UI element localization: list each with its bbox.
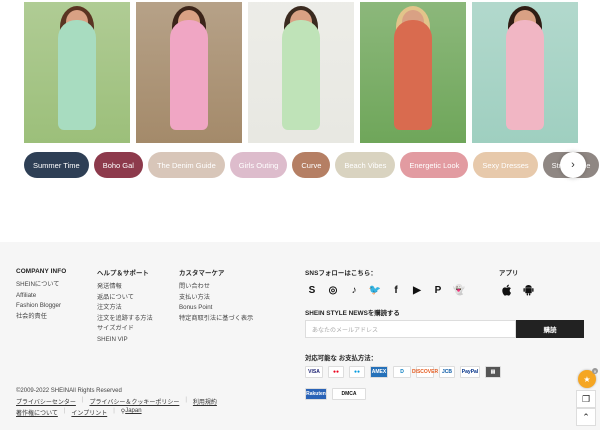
subscribe-button[interactable]: 購読 [516,320,584,338]
lookbook-photo[interactable] [248,2,354,143]
sns-title: SNSフォローはこちら： [305,270,377,277]
lookbook-photo[interactable] [360,2,466,143]
customer-care-column: カスタマーケア 問い合わせ 支払い方法 Bonus Point 特定商取引法に基づく表… [179,268,253,324]
chevron-up-icon: ⌃ [582,411,590,422]
footer-link[interactable]: 支払い方法 [179,293,253,304]
copyright-text: ©2009-2022 SHEINAll Rights Reserved [16,388,122,394]
category-pill[interactable]: Curve [292,152,331,178]
twitter-icon[interactable]: 🐦 [368,283,382,297]
category-pill[interactable]: Summer Time [24,152,89,178]
legal-links-row-2: 著作権について | インプリント | ⚲ Japan [16,408,142,417]
facebook-icon[interactable]: f [389,283,403,297]
footer-link[interactable]: 問い合わせ [179,282,253,293]
newsletter-title: SHEIN STYLE NEWSを購読する [305,310,400,317]
footer-link[interactable]: 特定商取引法に基づく表示 [179,314,253,325]
payment-card-icon: ●● [328,366,344,378]
help-support-title: ヘルプ＆サポート [97,270,149,277]
footer-link[interactable]: 注文を追跡する方法 [97,314,153,325]
locale-link[interactable]: Japan [125,408,141,417]
separator: | [63,408,66,414]
tiktok-icon[interactable]: ♪ [347,283,361,297]
email-input[interactable]: あなたのメールアドレス [305,320,516,338]
line-icon[interactable]: S [305,283,319,297]
separator: | [81,397,84,403]
category-pill-row: Summer Time Boho Gal The Denim Guide Girls … [24,152,600,178]
footer-link[interactable]: サイズガイド [97,324,153,335]
footer: COMPANY INFO SHEINについて Affiliate Fashion B… [0,242,600,430]
footer-link[interactable]: Bonus Point [179,303,253,314]
pinterest-icon[interactable]: P [431,283,445,297]
payment-card-icon: ▤ [485,366,501,378]
footer-link[interactable]: Fashion Blogger [16,301,66,312]
category-pill[interactable]: Boho Gal [93,152,143,178]
payment-card-icon: ●● [349,366,365,378]
footer-link[interactable]: 社会的責任 [16,312,66,323]
page: Summer Time Boho Gal The Denim Guide Girls … [0,0,600,430]
chevron-right-icon: › [571,159,575,171]
payment-card-icon: DMCA [332,388,366,400]
payment-methods-title: 対応可能な お支払方法： [305,355,378,362]
payment-card-icon: D [393,366,411,378]
app-icon-row [499,283,535,297]
payment-icons-row: VISA ●● ●● AMEX D DISCOVER JCB PayPal ▤ [305,366,501,378]
help-support-column: ヘルプ＆サポート 発送情報 返品について 注文方法 注文を追跡する方法 サイズガイド SH… [97,268,153,346]
footer-link[interactable]: 返品について [97,293,153,304]
payment-card-icon: VISA [305,366,323,378]
badge-row: Rakuten DMCA [305,388,366,400]
company-info-title: COMPANY INFO [16,268,67,275]
category-pill[interactable]: Sexy Dresses [473,152,538,178]
footer-link[interactable]: 発送情報 [97,282,153,293]
youtube-icon[interactable]: ▶ [410,283,424,297]
lookbook-photo[interactable] [472,2,578,143]
payment-card-icon: JCB [439,366,455,378]
instagram-icon[interactable]: ◎ [326,283,340,297]
category-pill[interactable]: Energetic Look [400,152,469,178]
company-info-column: COMPANY INFO SHEINについて Affiliate Fashion B… [16,268,66,322]
category-pill[interactable]: Beach Vibes [335,152,396,178]
footer-link[interactable]: SHEIN VIP [97,335,153,346]
legal-link[interactable]: プライバシー＆クッキーポリシー [89,397,179,406]
customer-care-title: カスタマーケア [179,270,225,277]
android-icon[interactable] [521,283,535,297]
legal-link[interactable]: 著作権について [16,408,58,417]
copy-icon: ❐ [581,393,591,404]
apple-icon[interactable] [499,283,513,297]
footer-link[interactable]: Affiliate [16,291,66,302]
payment-card-icon: AMEX [370,366,388,378]
sns-section: SNSフォローはこちら： [305,268,377,282]
legal-link[interactable]: インプリント [71,408,107,417]
app-title: アプリ [499,270,519,277]
back-to-top-button[interactable]: ⌃ [576,408,596,426]
lookbook-photo[interactable] [24,2,130,143]
footer-link[interactable]: SHEINについて [16,280,66,291]
legal-link[interactable]: 利用規約 [193,397,217,406]
app-section: アプリ [499,268,518,282]
lookbook-photo-row [24,2,600,143]
payment-card-icon: PayPal [460,366,480,378]
category-pill[interactable]: The Denim Guide [147,152,225,178]
payment-card-icon: Rakuten [305,388,327,400]
sns-icon-row: S ◎ ♪ 🐦 f ▶ P 👻 [305,283,466,297]
legal-links-row-1: プライバシーセンター | プライバシー＆クッキーポリシー | 利用規約 [16,397,217,406]
copy-button[interactable]: ❐ [576,390,596,408]
close-icon[interactable]: ✕ [592,368,598,374]
separator: | [185,397,187,403]
category-pill[interactable]: Girls Outing [229,152,288,178]
next-arrow-button[interactable]: › [560,152,586,178]
payment-card-icon: DISCOVER [412,366,438,378]
legal-link[interactable]: プライバシーセンター [16,397,76,406]
snapchat-icon[interactable]: 👻 [452,283,466,297]
lookbook-photo[interactable] [136,2,242,143]
footer-link[interactable]: 注文方法 [97,303,153,314]
